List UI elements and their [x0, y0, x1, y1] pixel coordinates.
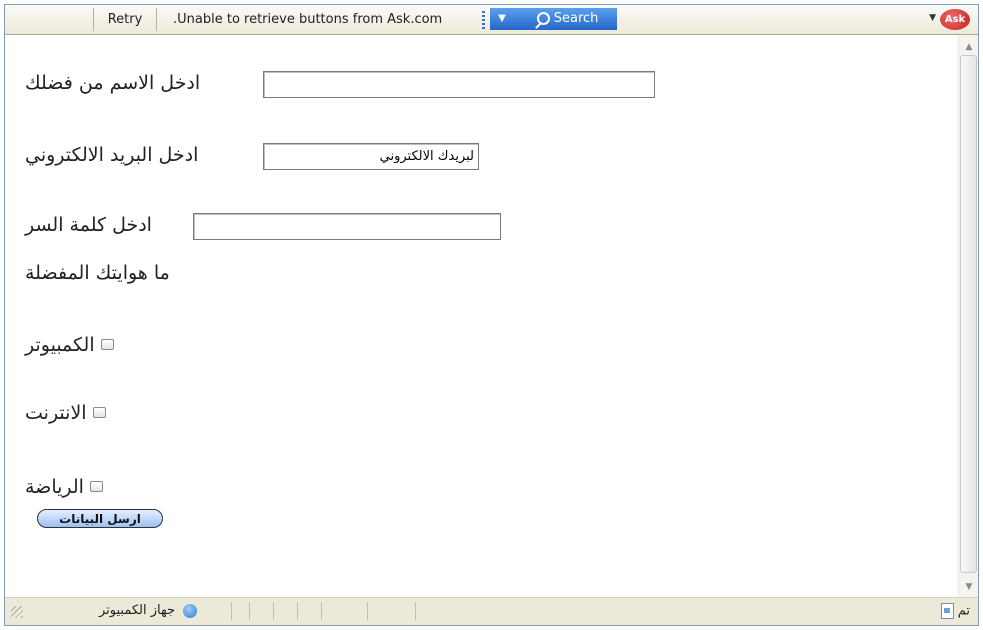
- toolbar-grip-icon[interactable]: [482, 11, 485, 29]
- hobbies-heading: ما هوايتك المفضلة: [25, 261, 170, 284]
- dropdown-arrow-icon: ▼: [498, 13, 506, 24]
- password-input[interactable]: [193, 213, 501, 240]
- search-dropdown-button[interactable]: ▼: [490, 8, 515, 30]
- email-field-wrap: لبريدك الالكتروني: [263, 143, 483, 170]
- name-field-wrap: [263, 71, 659, 98]
- search-button[interactable]: Search: [514, 8, 617, 30]
- hobby-label-sports: الرياضة: [25, 475, 84, 498]
- status-divider: [367, 602, 368, 620]
- ask-logo[interactable]: Ask: [940, 9, 970, 30]
- hobby-row: الكمبيوتر: [25, 333, 124, 356]
- status-divider: [297, 602, 298, 620]
- ask-menu-arrow-icon[interactable]: ▼: [929, 13, 936, 23]
- hobby-row: الرياضة: [25, 475, 113, 498]
- hobbies-heading-row: ما هوايتك المفضلة: [25, 261, 170, 284]
- status-divider: [321, 602, 322, 620]
- browser-window: Retry .Unable to retrieve buttons from A…: [4, 4, 979, 626]
- password-row: ادخل كلمة السر: [25, 213, 152, 236]
- toolbar-error-message: .Unable to retrieve buttons from Ask.com: [173, 12, 443, 27]
- submit-button[interactable]: ارسل البيانات: [37, 509, 163, 528]
- status-done: تم: [937, 603, 970, 619]
- email-input[interactable]: لبريدك الالكتروني: [263, 143, 479, 170]
- retry-button[interactable]: Retry: [93, 8, 157, 31]
- resize-grip-icon[interactable]: [11, 606, 23, 618]
- name-label: ادخل الاسم من فضلك: [25, 71, 201, 94]
- status-divider: [415, 602, 416, 620]
- status-text: تم: [957, 603, 970, 619]
- search-icon: [536, 12, 550, 25]
- vertical-scrollbar[interactable]: ▲ ▼: [958, 35, 978, 597]
- password-field-wrap: [193, 213, 505, 240]
- scroll-up-arrow-icon[interactable]: ▲: [962, 41, 976, 53]
- hobby-label-computer: الكمبيوتر: [25, 333, 95, 356]
- security-zone: جهاز الكمبيوتر: [99, 603, 198, 618]
- hobby-checkbox-computer[interactable]: [100, 339, 114, 350]
- status-bar: جهاز الكمبيوتر تم: [5, 597, 978, 625]
- zone-label: جهاز الكمبيوتر: [99, 603, 176, 618]
- scrollbar-thumb[interactable]: [960, 55, 977, 573]
- scroll-down-arrow-icon[interactable]: ▼: [962, 581, 976, 593]
- ask-toolbar: Retry .Unable to retrieve buttons from A…: [5, 5, 978, 35]
- hobby-checkbox-internet[interactable]: [92, 407, 106, 418]
- page-icon: [940, 603, 954, 619]
- status-divider: [231, 602, 232, 620]
- password-label: ادخل كلمة السر: [25, 213, 152, 236]
- email-row: ادخل البريد الالكتروني: [25, 143, 198, 166]
- hobby-row: الانترنت: [25, 401, 116, 424]
- email-label: ادخل البريد الالكتروني: [25, 143, 199, 166]
- search-label: Search: [553, 11, 599, 26]
- hobby-checkbox-sports[interactable]: [90, 481, 103, 492]
- status-divider: [249, 602, 250, 620]
- status-divider: [273, 602, 274, 620]
- hobby-label-internet: الانترنت: [25, 401, 87, 424]
- name-row: ادخل الاسم من فضلك: [25, 71, 200, 94]
- name-input[interactable]: [263, 71, 655, 98]
- computer-zone-icon: [183, 603, 198, 618]
